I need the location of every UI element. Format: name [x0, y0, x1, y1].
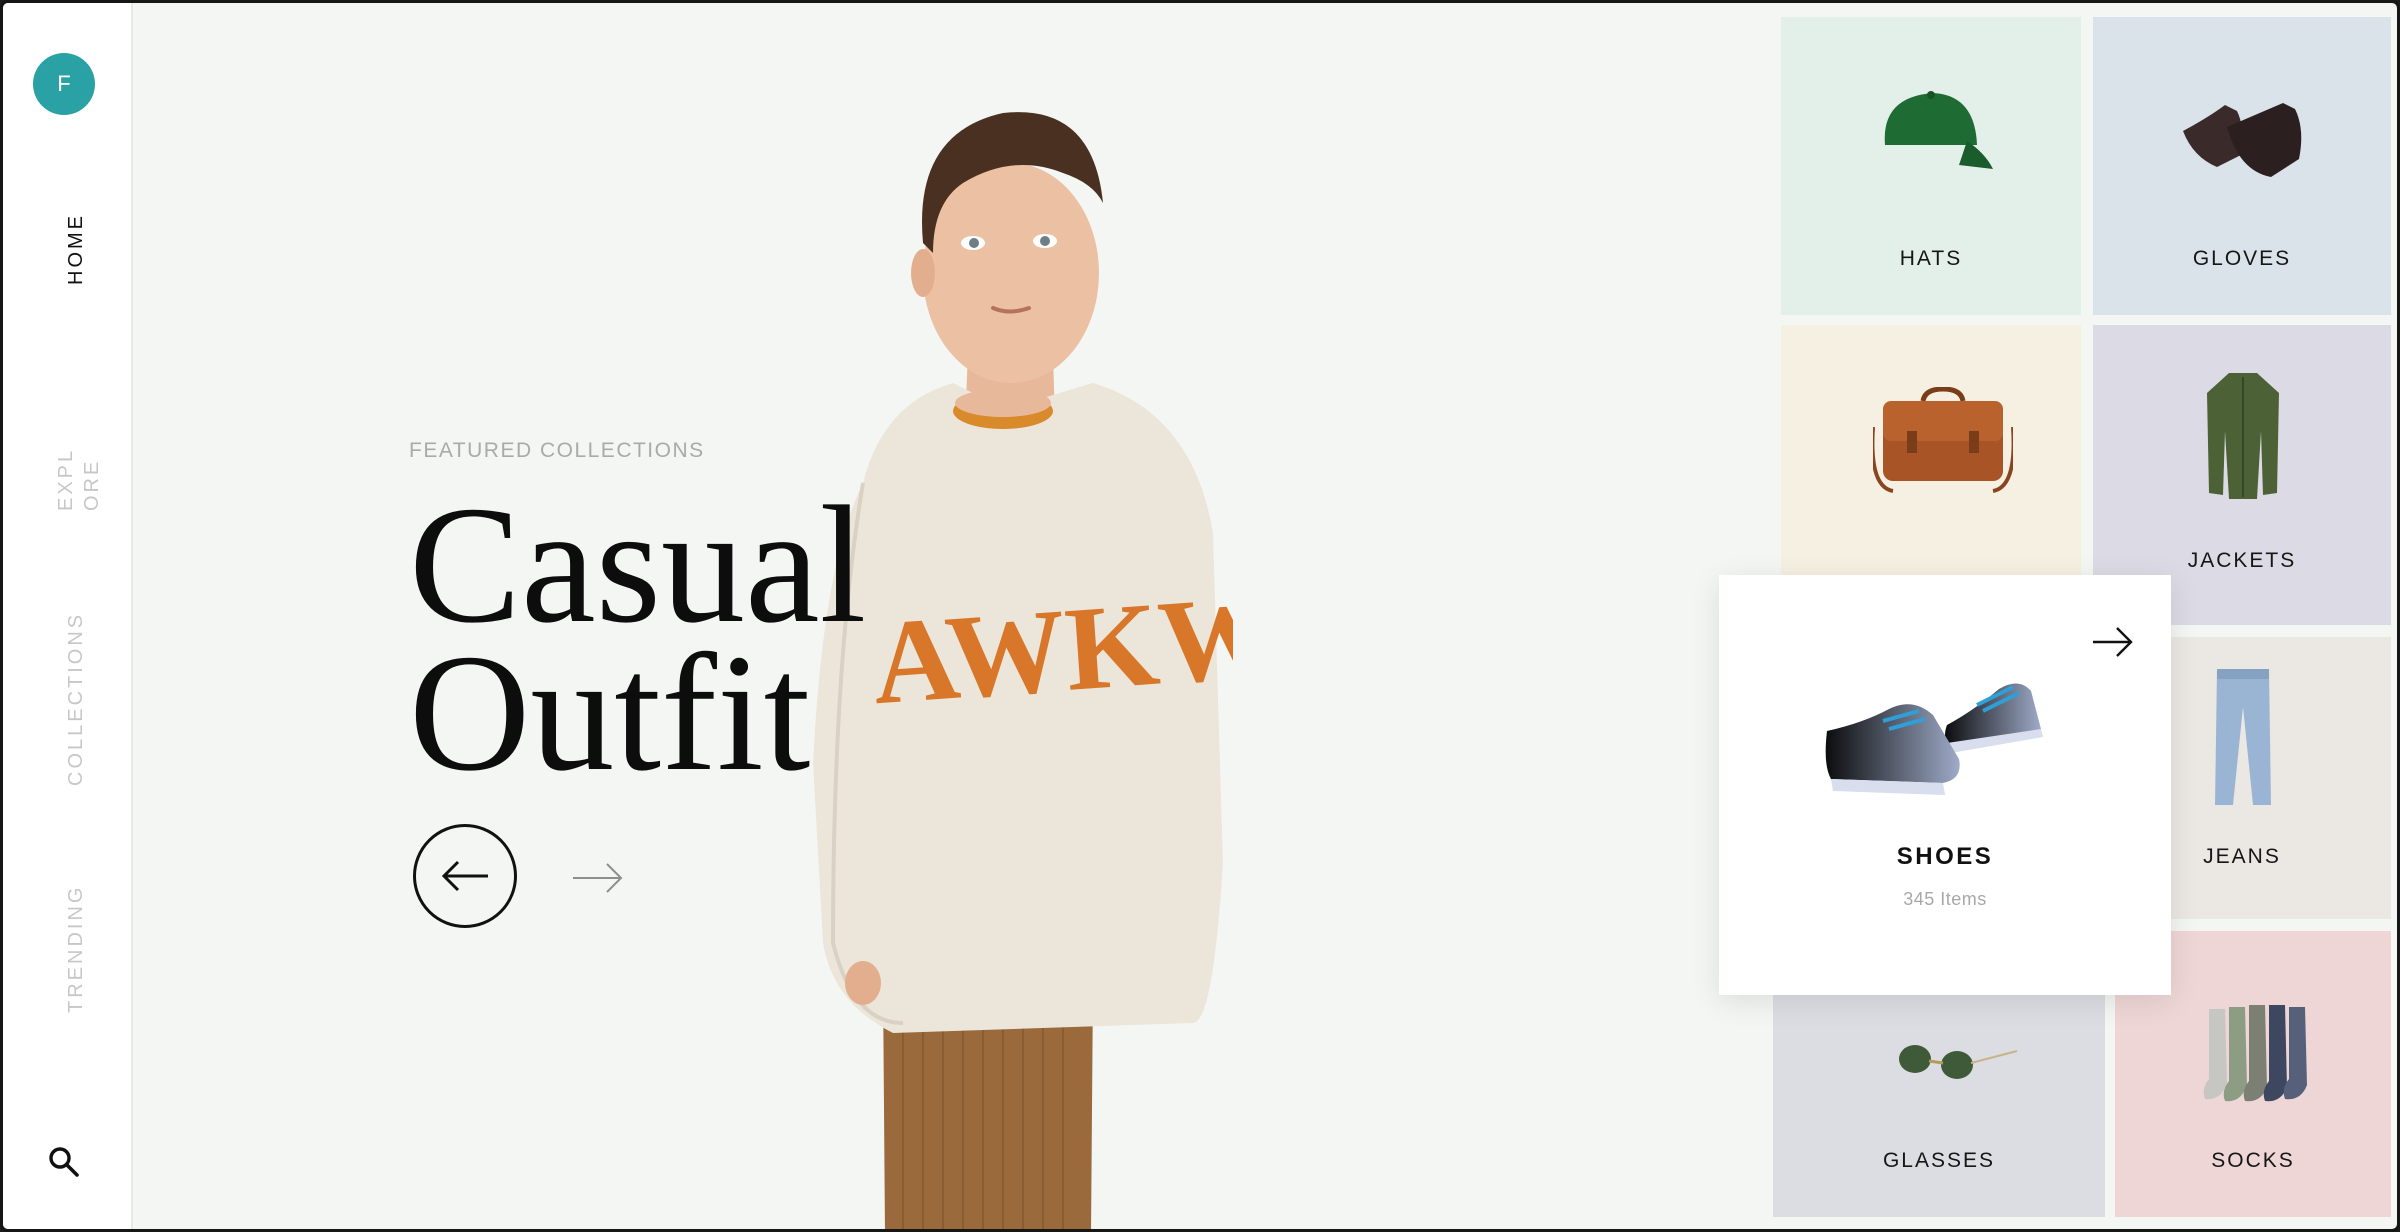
- hero-title-line-1: Casual: [409, 472, 867, 658]
- search-icon[interactable]: [47, 1145, 81, 1179]
- category-label: GLASSES: [1882, 1149, 1996, 1172]
- hero-title: Casual Outfit: [409, 472, 867, 806]
- nav-explore-line-1: EXPL: [55, 447, 77, 511]
- app-window: F HOME EXPL ORE COLLECTIONS TRENDING FEA…: [0, 0, 2400, 1232]
- arrow-left-icon: [441, 860, 488, 892]
- next-button[interactable]: [571, 860, 625, 896]
- category-label: HATS: [1899, 247, 1963, 270]
- hat-icon: [1884, 91, 1993, 169]
- nav-collections[interactable]: COLLECTIONS: [65, 612, 88, 786]
- hero-title-line-2: Outfit: [409, 620, 811, 806]
- category-label: JACKETS: [2187, 549, 2297, 572]
- category-label: GLOVES: [2192, 247, 2292, 270]
- category-hats[interactable]: HATS: [1781, 17, 2081, 315]
- previous-button[interactable]: [413, 824, 517, 928]
- bag-icon: [1873, 387, 2013, 493]
- featured-collections-label: FEATURED COLLECTIONS: [409, 439, 705, 462]
- jacket-icon: [2207, 373, 2279, 499]
- gloves-icon: [2183, 103, 2302, 177]
- featured-category-card[interactable]: SHOES 345 Items: [1719, 575, 2171, 995]
- featured-card-title: SHOES: [1896, 843, 1994, 870]
- sidebar: F HOME EXPL ORE COLLECTIONS TRENDING: [3, 3, 133, 1229]
- socks-icon: [2203, 1005, 2307, 1102]
- nav-explore-line-2: ORE: [81, 458, 103, 511]
- nav-home[interactable]: HOME: [65, 213, 88, 285]
- category-glasses[interactable]: GLASSES: [1773, 993, 2105, 1217]
- glasses-icon: [1899, 1045, 2018, 1079]
- featured-card-count: 345 Items: [1903, 889, 1987, 909]
- nav-trending[interactable]: TRENDING: [65, 885, 88, 1013]
- arrow-right-icon[interactable]: [2091, 625, 2135, 659]
- avatar[interactable]: F: [33, 53, 95, 115]
- shoes-icon: [1825, 683, 2043, 795]
- category-gloves[interactable]: GLOVES: [2093, 17, 2391, 315]
- category-label: SOCKS: [2211, 1149, 2295, 1172]
- jeans-icon: [2215, 669, 2271, 805]
- nav-explore[interactable]: EXPL ORE: [51, 447, 111, 513]
